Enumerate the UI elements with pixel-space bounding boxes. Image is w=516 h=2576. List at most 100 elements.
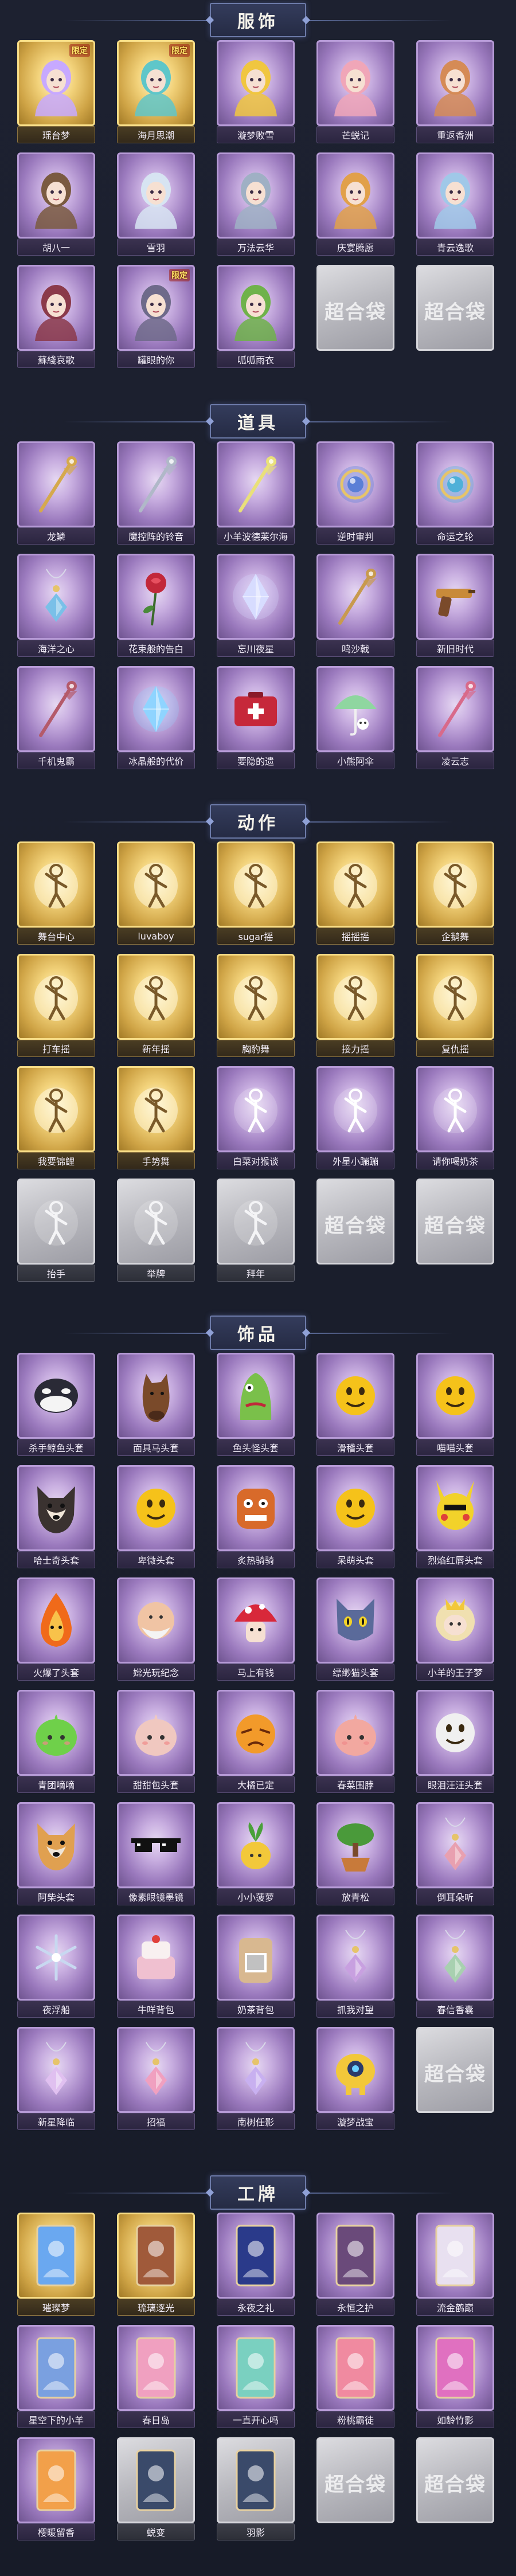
- collection-item[interactable]: 打车摇: [17, 954, 95, 1059]
- item-card[interactable]: 超合袋: [416, 1179, 494, 1264]
- item-card[interactable]: [217, 1353, 295, 1439]
- item-card[interactable]: [217, 2027, 295, 2113]
- item-card[interactable]: [217, 2213, 295, 2299]
- collection-item[interactable]: 小小菠萝: [217, 1802, 295, 1908]
- item-card[interactable]: [117, 1577, 195, 1663]
- item-card[interactable]: [217, 152, 295, 238]
- collection-item[interactable]: 流金鹤巅: [416, 2213, 494, 2318]
- collection-item[interactable]: 奶茶背包: [217, 1915, 295, 2020]
- item-card[interactable]: [17, 954, 95, 1040]
- item-card[interactable]: [17, 1577, 95, 1663]
- item-card[interactable]: [17, 1690, 95, 1776]
- item-card[interactable]: [117, 1179, 195, 1264]
- item-card[interactable]: 限定: [117, 265, 195, 351]
- collection-item[interactable]: 璀璨梦: [17, 2213, 95, 2318]
- collection-item[interactable]: 春信香囊: [416, 1915, 494, 2020]
- item-card[interactable]: [117, 1465, 195, 1551]
- item-card[interactable]: [416, 1802, 494, 1888]
- item-card[interactable]: [217, 1066, 295, 1152]
- item-card[interactable]: [416, 152, 494, 238]
- collection-item[interactable]: 永恒之护: [316, 2213, 394, 2318]
- collection-item[interactable]: 像素眼镜墨镜: [117, 1802, 195, 1908]
- collection-item[interactable]: 龙鳞: [17, 441, 95, 547]
- item-card[interactable]: [117, 2213, 195, 2299]
- item-card[interactable]: [217, 1915, 295, 2000]
- collection-item[interactable]: 我要锦鲤: [17, 1066, 95, 1172]
- collection-item[interactable]: 重返香洲: [416, 40, 494, 146]
- item-card[interactable]: [117, 554, 195, 640]
- collection-item[interactable]: 胡八一: [17, 152, 95, 258]
- collection-item[interactable]: 春菜围脖: [316, 1690, 394, 1795]
- item-card[interactable]: [117, 2437, 195, 2523]
- collection-item[interactable]: 火爆了头套: [17, 1577, 95, 1683]
- collection-item[interactable]: 接力摇: [316, 954, 394, 1059]
- item-card[interactable]: 超合袋: [416, 2437, 494, 2523]
- collection-item[interactable]: 千机鬼霸: [17, 666, 95, 772]
- collection-item[interactable]: 漩梦败雪: [217, 40, 295, 146]
- item-card[interactable]: [316, 554, 394, 640]
- item-card[interactable]: [17, 1465, 95, 1551]
- item-card[interactable]: [17, 2325, 95, 2411]
- item-card[interactable]: [217, 40, 295, 126]
- item-card[interactable]: [117, 441, 195, 527]
- item-card[interactable]: [17, 841, 95, 927]
- item-card[interactable]: [117, 841, 195, 927]
- collection-item[interactable]: 抬手: [17, 1179, 95, 1284]
- item-card[interactable]: [416, 1066, 494, 1152]
- item-card[interactable]: [316, 1577, 394, 1663]
- item-card[interactable]: [416, 841, 494, 927]
- collection-item[interactable]: 白菜对猴谈: [217, 1066, 295, 1172]
- collection-item[interactable]: 嫦光玩纪念: [117, 1577, 195, 1683]
- collection-item[interactable]: 阿柴头套: [17, 1802, 95, 1908]
- collection-item[interactable]: 樱暖留香: [17, 2437, 95, 2543]
- collection-item[interactable]: sugar摇: [217, 841, 295, 947]
- collection-item[interactable]: 花束般的告白: [117, 554, 195, 659]
- collection-item[interactable]: 放青松: [316, 1802, 394, 1908]
- item-card[interactable]: [117, 2027, 195, 2113]
- item-card[interactable]: [217, 954, 295, 1040]
- collection-item[interactable]: 羽影: [217, 2437, 295, 2543]
- item-card[interactable]: [416, 1353, 494, 1439]
- collection-item[interactable]: 限定 海月思潮: [117, 40, 195, 146]
- collection-item[interactable]: 南树任影: [217, 2027, 295, 2132]
- collection-item[interactable]: 命运之轮: [416, 441, 494, 547]
- collection-item[interactable]: 蜕变: [117, 2437, 195, 2543]
- collection-item[interactable]: 夜浮船: [17, 1915, 95, 2020]
- item-card[interactable]: [316, 40, 394, 126]
- collection-item[interactable]: 喵喵头套: [416, 1353, 494, 1458]
- item-card[interactable]: [117, 1802, 195, 1888]
- item-card[interactable]: [217, 1465, 295, 1551]
- item-card[interactable]: [316, 441, 394, 527]
- item-card[interactable]: [316, 841, 394, 927]
- collection-item[interactable]: 企鹅舞: [416, 841, 494, 947]
- item-card[interactable]: [416, 666, 494, 752]
- collection-item[interactable]: 摇摇摇: [316, 841, 394, 947]
- item-card[interactable]: [316, 1802, 394, 1888]
- item-card[interactable]: [416, 2213, 494, 2299]
- item-card[interactable]: 限定: [17, 40, 95, 126]
- item-card[interactable]: [416, 954, 494, 1040]
- collection-item[interactable]: 呆萌头套: [316, 1465, 394, 1571]
- item-card[interactable]: [217, 666, 295, 752]
- item-card[interactable]: [117, 1066, 195, 1152]
- collection-item[interactable]: 星空下的小羊: [17, 2325, 95, 2430]
- item-card[interactable]: [316, 152, 394, 238]
- item-card[interactable]: [117, 954, 195, 1040]
- item-card[interactable]: [217, 554, 295, 640]
- collection-item[interactable]: 拜年: [217, 1179, 295, 1284]
- item-card[interactable]: [316, 1353, 394, 1439]
- collection-item[interactable]: 卑微头套: [117, 1465, 195, 1571]
- collection-item[interactable]: luvaboy: [117, 841, 195, 947]
- collection-item[interactable]: 舞台中心: [17, 841, 95, 947]
- item-card[interactable]: [416, 1577, 494, 1663]
- item-card[interactable]: [17, 666, 95, 752]
- item-card[interactable]: [316, 1690, 394, 1776]
- collection-item[interactable]: 雪羽: [117, 152, 195, 258]
- collection-item[interactable]: 魔控阵的铃音: [117, 441, 195, 547]
- item-card[interactable]: [217, 265, 295, 351]
- item-card[interactable]: [416, 554, 494, 640]
- collection-item[interactable]: 马上有钱: [217, 1577, 295, 1683]
- collection-item[interactable]: 新星降临: [17, 2027, 95, 2132]
- collection-item[interactable]: 小羊波德莱尔海: [217, 441, 295, 547]
- collection-item[interactable]: 请你喝奶茶: [416, 1066, 494, 1172]
